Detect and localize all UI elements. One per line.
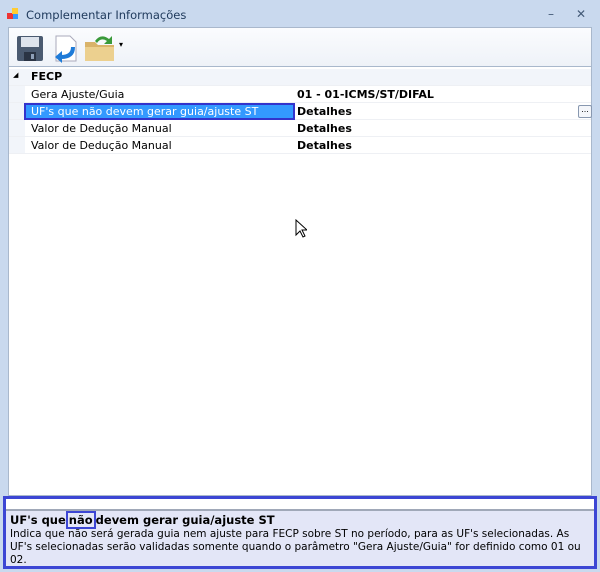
splitter[interactable] xyxy=(6,499,594,511)
help-description: Indica que não será gerada guia nem ajus… xyxy=(10,528,581,566)
open-folder-icon[interactable] xyxy=(83,33,117,63)
toolbar: ▾ xyxy=(8,27,592,67)
property-grid: ◢ FECP Gera Ajuste/Guia 01 - 01-ICMS/ST/… xyxy=(8,66,592,496)
property-row[interactable]: Valor de Dedução Manual Detalhes xyxy=(9,137,591,154)
close-button[interactable]: ✕ xyxy=(572,6,590,22)
collapse-icon[interactable]: ◢ xyxy=(13,71,18,79)
highlighted-word: não xyxy=(65,511,96,529)
property-name: Valor de Dedução Manual xyxy=(31,139,172,152)
dropdown-arrow-icon[interactable]: ▾ xyxy=(119,40,123,49)
property-value[interactable]: Detalhes xyxy=(297,105,352,118)
window-title: Complementar Informações xyxy=(26,8,187,22)
app-icon xyxy=(7,8,18,19)
mouse-cursor-icon xyxy=(295,219,307,238)
ellipsis-button[interactable]: ... xyxy=(578,105,592,118)
category-label: FECP xyxy=(31,70,63,83)
property-value[interactable]: 01 - 01-ICMS/ST/DIFAL xyxy=(297,88,434,101)
help-panel: UF's que não devem gerar guia/ajuste ST In… xyxy=(3,496,597,569)
property-row-selected[interactable]: UF's que não devem gerar guia/ajuste ST … xyxy=(9,103,592,120)
save-icon[interactable] xyxy=(15,33,45,63)
property-name: Gera Ajuste/Guia xyxy=(31,88,125,101)
undo-icon[interactable] xyxy=(51,33,81,63)
title-bar: Complementar Informações – ✕ xyxy=(0,0,600,28)
minimize-button[interactable]: – xyxy=(542,6,560,22)
property-row[interactable]: Gera Ajuste/Guia 01 - 01-ICMS/ST/DIFAL xyxy=(9,86,591,103)
property-name: Valor de Dedução Manual xyxy=(31,122,172,135)
property-name: UF's que não devem gerar guia/ajuste ST xyxy=(24,103,295,120)
help-title: UF's que não devem gerar guia/ajuste ST xyxy=(10,511,275,529)
property-value[interactable]: Detalhes xyxy=(297,122,352,135)
category-fecp[interactable]: ◢ FECP xyxy=(9,69,591,86)
property-row[interactable]: Valor de Dedução Manual Detalhes xyxy=(9,120,591,137)
property-value[interactable]: Detalhes xyxy=(297,139,352,152)
